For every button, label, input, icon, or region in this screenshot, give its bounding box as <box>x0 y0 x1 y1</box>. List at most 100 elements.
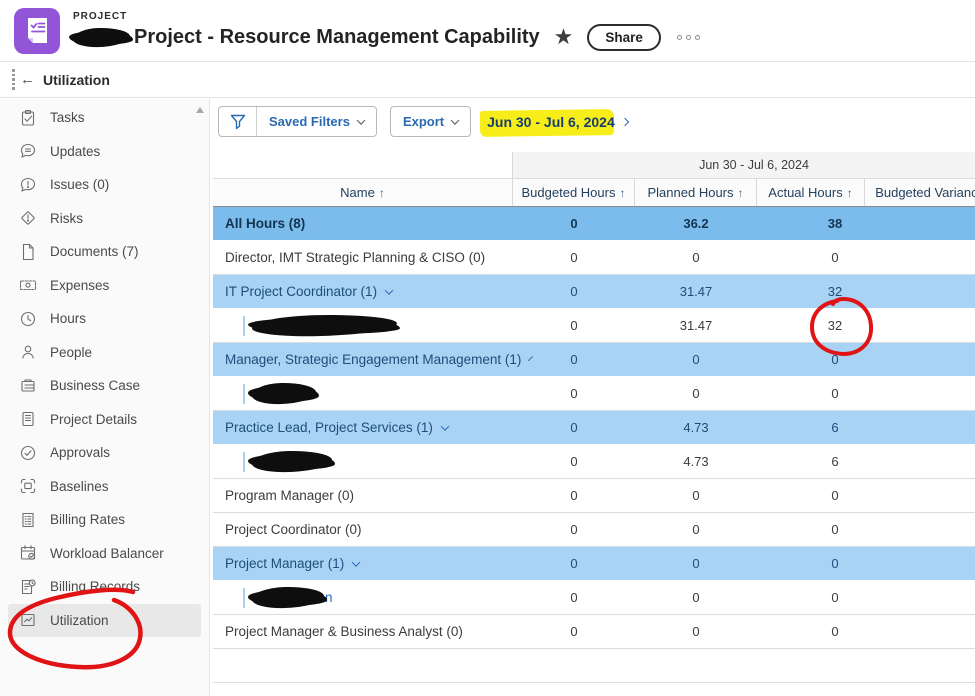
actual-hours-value: 32 <box>827 284 843 299</box>
column-header-budgeted-hours[interactable]: Budgeted Hours ↑ <box>513 179 635 206</box>
actual-hours-value: 0 <box>831 522 839 537</box>
chevron-down-icon[interactable] <box>352 557 361 567</box>
budgeted-hours-value: 0 <box>570 556 578 571</box>
chevron-right-icon <box>620 117 629 126</box>
sidebar-item-label: Risks <box>50 210 83 226</box>
planned-hours-value: 4.73 <box>683 454 709 469</box>
sidebar-item-risks[interactable]: Risks <box>8 202 201 236</box>
column-header-actual-hours[interactable]: Actual Hours ↑ <box>757 179 865 206</box>
row-name[interactable]: Manager, Strategic Engagement Management… <box>213 352 534 367</box>
sidebar-item-project-details[interactable]: Project Details <box>8 403 201 437</box>
planned-hours-value: 31.47 <box>679 318 713 333</box>
issues-icon <box>19 176 37 194</box>
budgeted-hours-value: 0 <box>570 284 578 299</box>
budgeted-hours-value: 0 <box>570 522 578 537</box>
row-name-redacted[interactable] <box>213 382 513 405</box>
expenses-icon <box>19 276 37 294</box>
actual-hours-value: 0 <box>831 352 839 367</box>
filter-button[interactable] <box>219 107 257 136</box>
sidebar-item-label: Issues (0) <box>50 177 110 193</box>
sidebar-item-label: People <box>50 344 93 360</box>
row-name: Program Manager (0) <box>225 488 355 503</box>
object-type-label: PROJECT <box>73 10 128 22</box>
sidebar-item-tasks[interactable]: Tasks <box>8 101 201 135</box>
export-label: Export <box>402 114 445 129</box>
redaction-scribble <box>251 313 398 338</box>
sort-ascending-icon: ↑ <box>619 185 626 200</box>
table-row-redacted-person: 0 0 0 <box>213 377 975 411</box>
row-name: All Hours (8) <box>225 216 306 231</box>
sidebar-scroll-up-icon[interactable] <box>196 107 204 113</box>
filter-group: Saved Filters <box>218 106 377 137</box>
planned-hours-value: 0 <box>692 556 700 571</box>
hours-icon <box>19 310 37 328</box>
workfront-utilization-page: PROJECT Project - Resource Management Ca… <box>0 0 975 696</box>
document-check-icon <box>27 18 47 43</box>
date-range-label: Jun 30 - Jul 6, 2024 <box>487 113 615 130</box>
back-arrow-icon[interactable]: ← <box>20 71 35 88</box>
row-name-redacted[interactable] <box>213 313 513 338</box>
budgeted-hours-value: 0 <box>570 216 578 231</box>
date-range-control[interactable]: Jun 30 - Jul 6, 2024 <box>479 108 629 137</box>
sidebar-item-billing-records[interactable]: Billing Records <box>8 570 201 604</box>
sidebar-item-approvals[interactable]: Approvals <box>8 436 201 470</box>
actual-hours-value: 0 <box>831 488 839 503</box>
sidebar-item-documents-7[interactable]: Documents (7) <box>8 235 201 269</box>
sidebar-item-baselines[interactable]: Baselines <box>8 470 201 504</box>
people-icon <box>19 343 37 361</box>
sidebar-item-issues-0[interactable]: Issues (0) <box>8 168 201 202</box>
planned-hours-value: 0 <box>692 250 700 265</box>
page-title: Project - Resource Management Capability <box>134 25 540 48</box>
sidebar-item-updates[interactable]: Updates <box>8 135 201 169</box>
budgeted-hours-value: 0 <box>570 352 578 367</box>
business-case-icon <box>19 377 37 395</box>
sidebar-item-utilization[interactable]: Utilization <box>8 603 201 637</box>
favorite-star-icon[interactable]: ★ <box>554 26 574 48</box>
table-row-redacted-person: n 0 0 0 <box>213 581 975 615</box>
sidebar-item-hours[interactable]: Hours <box>8 302 201 336</box>
table-row-it-project-coordinator-1: IT Project Coordinator (1) 0 31.47 32 <box>213 275 975 309</box>
row-name[interactable]: Practice Lead, Project Services (1) <box>213 420 513 435</box>
chevron-down-icon[interactable] <box>440 421 450 431</box>
funnel-icon <box>229 113 247 131</box>
period-band-label: Jun 30 - Jul 6, 2024 <box>513 152 975 178</box>
column-header-budgeted-variance[interactable]: Budgeted Variance <box>865 179 975 206</box>
row-name-redacted[interactable]: n <box>213 586 513 609</box>
export-dropdown[interactable]: Export <box>389 106 472 137</box>
table-row-redacted-person: 0 4.73 6 <box>213 445 975 479</box>
updates-icon <box>19 142 37 160</box>
table-row-manager-strategic-engagement-management-1: Manager, Strategic Engagement Management… <box>213 343 975 377</box>
column-header-name[interactable]: Name ↑ <box>213 179 513 206</box>
table-row-redacted-person: 0 31.47 32 <box>213 309 975 343</box>
redaction-scribble <box>251 586 325 609</box>
saved-filters-dropdown[interactable]: Saved Filters <box>257 107 376 136</box>
planned-hours-value: 31.47 <box>679 284 713 299</box>
sidebar-item-label: Hours <box>50 311 87 327</box>
sidebar-item-workload-balancer[interactable]: Workload Balancer <box>8 537 201 571</box>
approvals-icon <box>19 444 37 462</box>
share-button[interactable]: Share <box>587 23 661 51</box>
actual-hours-value: 6 <box>831 420 839 435</box>
left-panel-icon[interactable] <box>12 69 15 90</box>
section-title: Utilization <box>43 71 110 88</box>
sidebar-item-expenses[interactable]: Expenses <box>8 269 201 303</box>
planned-hours-value: 4.73 <box>683 420 709 435</box>
sidebar-item-business-case[interactable]: Business Case <box>8 369 201 403</box>
sidebar-item-people[interactable]: People <box>8 336 201 370</box>
planned-hours-value: 0 <box>692 522 700 537</box>
table-row-program-manager-0: Program Manager (0) 0 0 0 <box>213 479 975 513</box>
sidebar-item-billing-rates[interactable]: Billing Rates <box>8 503 201 537</box>
chevron-down-icon[interactable] <box>384 285 394 295</box>
column-header-planned-hours[interactable]: Planned Hours ↑ <box>635 179 757 206</box>
more-options-icon[interactable] <box>676 34 700 40</box>
planned-hours-value: 0 <box>692 624 700 639</box>
row-name[interactable]: IT Project Coordinator (1) <box>213 284 513 299</box>
period-band-spacer <box>213 152 513 178</box>
row-name[interactable]: Project Manager (1) <box>213 556 513 571</box>
table-row-practice-lead-project-services-1: Practice Lead, Project Services (1) 0 4.73… <box>213 411 975 445</box>
project-details-icon <box>19 410 37 428</box>
row-name: Project Manager & Business Analyst (0) <box>225 624 463 639</box>
risks-icon <box>19 209 37 227</box>
row-name-redacted[interactable] <box>213 450 513 473</box>
sidebar-list: Tasks Updates Issues (0) Risks Documents (7)… <box>0 99 209 637</box>
